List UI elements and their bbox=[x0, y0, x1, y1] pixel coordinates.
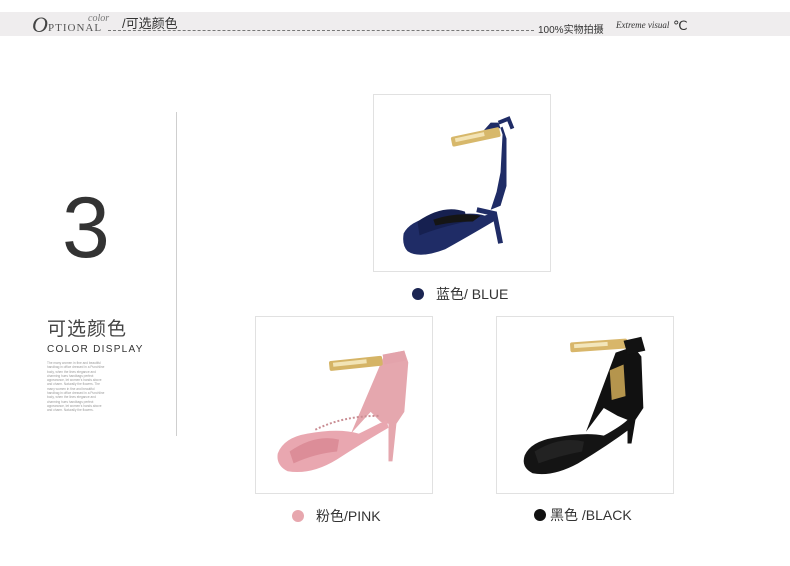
color-option-black[interactable]: 黑色 /BLACK bbox=[534, 505, 632, 525]
real-shot-label: 100%实物拍摄 bbox=[538, 25, 604, 36]
product-photo-pink[interactable] bbox=[255, 316, 433, 494]
pink-swatch-icon bbox=[292, 510, 304, 522]
blue-swatch-icon bbox=[412, 288, 424, 300]
script-slogan: Extreme visual bbox=[616, 20, 670, 30]
blue-sandal-icon bbox=[403, 116, 515, 255]
fine-print-text: The many women in fine and beautiful han… bbox=[47, 361, 105, 413]
pink-sandal-icon bbox=[277, 350, 409, 473]
black-sandal-icon bbox=[523, 336, 646, 475]
color-option-blue[interactable]: 蓝色/ BLUE bbox=[412, 284, 508, 304]
color-option-pink-label: 粉色/PINK bbox=[316, 508, 381, 524]
color-option-blue-label: 蓝色/ BLUE bbox=[436, 286, 509, 302]
product-photo-blue[interactable] bbox=[373, 94, 551, 272]
black-swatch-icon bbox=[534, 509, 546, 521]
color-display-en-title: COLOR DISPLAY bbox=[47, 344, 144, 355]
color-script-label: color bbox=[88, 13, 110, 24]
celsius-mark: ℃ bbox=[673, 18, 688, 33]
color-option-black-label: 黑色 /BLACK bbox=[550, 507, 632, 523]
section-number: 3 bbox=[62, 180, 110, 276]
optional-initial: O bbox=[32, 12, 48, 37]
color-display-cn-title: 可选颜色 bbox=[47, 319, 128, 340]
product-photo-black[interactable] bbox=[496, 316, 674, 494]
vertical-divider bbox=[176, 112, 177, 436]
color-option-pink[interactable]: 粉色/PINK bbox=[292, 506, 381, 526]
header-bar bbox=[0, 12, 790, 36]
header-dashed-divider bbox=[108, 30, 534, 31]
